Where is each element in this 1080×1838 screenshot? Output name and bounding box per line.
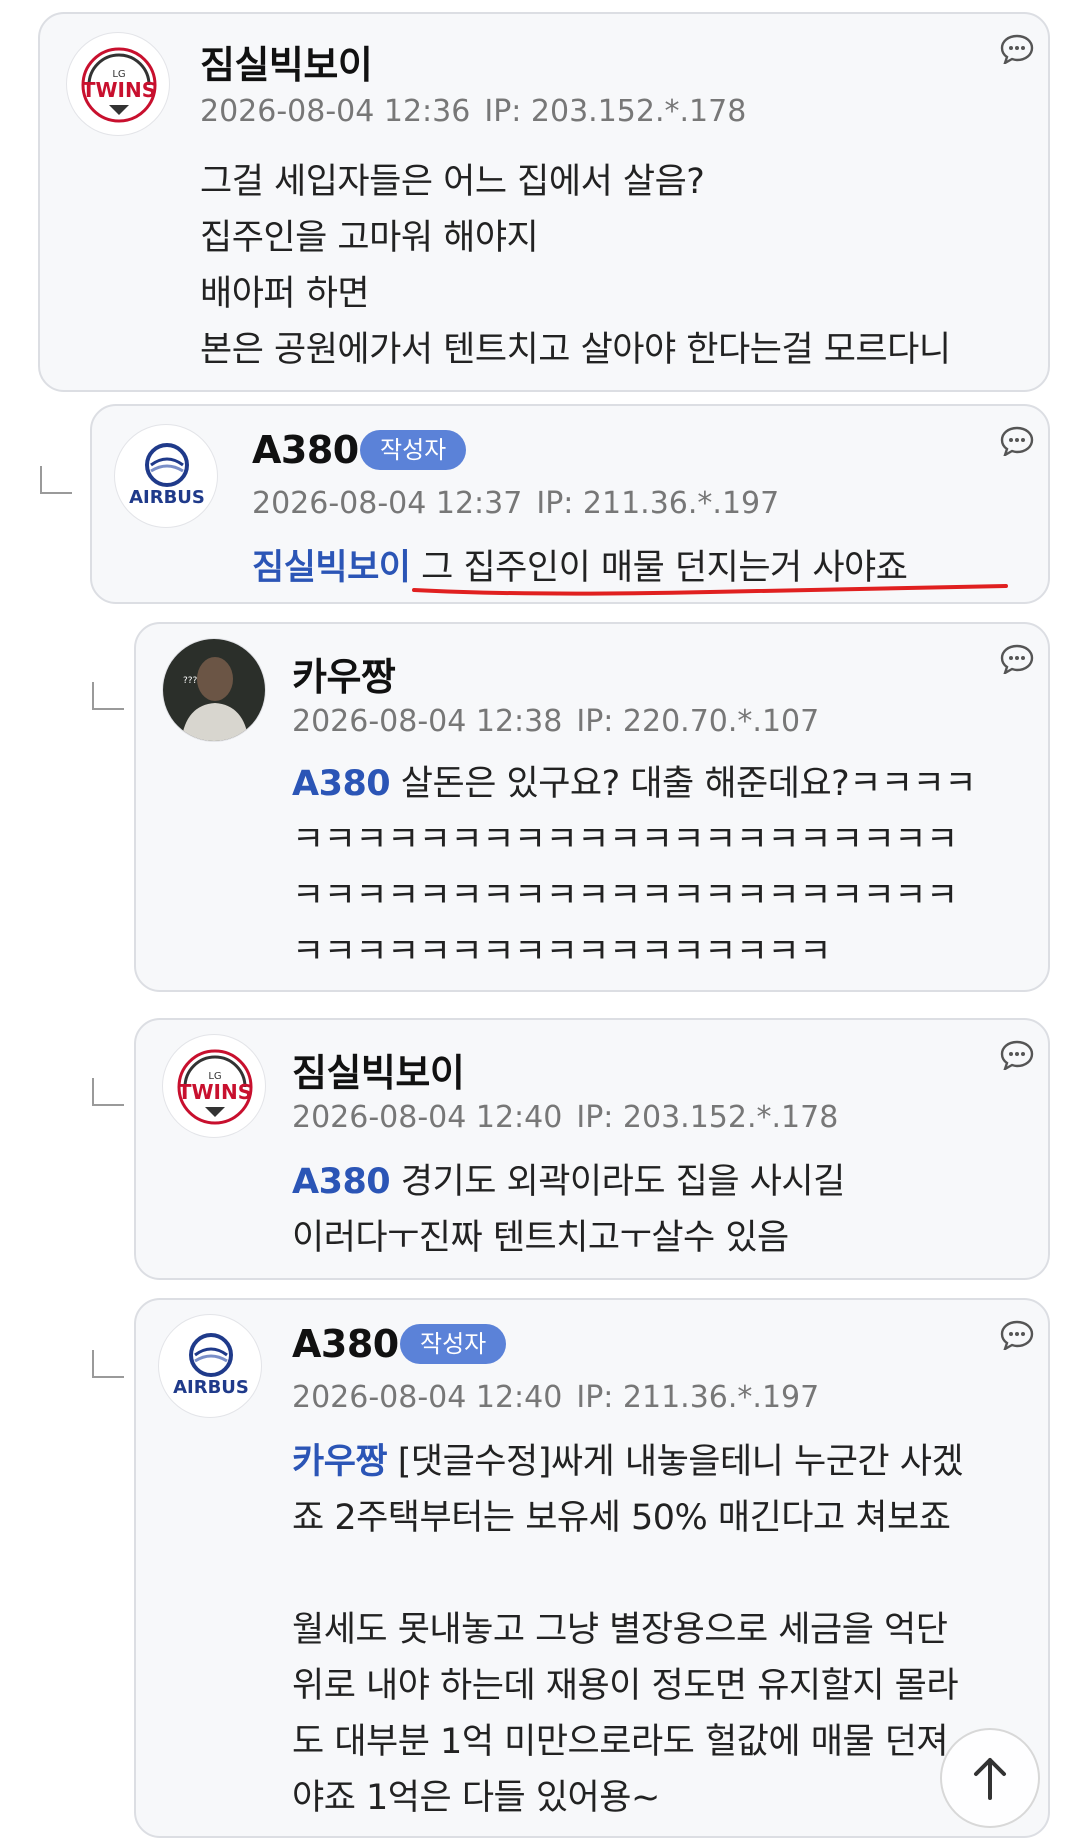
comment-nickname[interactable]: 카우짱 xyxy=(292,646,396,701)
reply-branch-icon xyxy=(92,682,124,710)
comment-meta: 2026-08-04 12:37 IP: 211.36.*.197 xyxy=(252,486,779,521)
red-underline-annotation xyxy=(412,584,1008,596)
comment-line: 경기도 외곽이라도 집을 사시길 xyxy=(400,1162,845,1202)
comment-bubble-icon[interactable] xyxy=(1000,426,1034,456)
comment-meta: 2026-08-04 12:40 IP: 203.152.*.178 xyxy=(292,1100,838,1135)
comment-nickname[interactable]: A380 xyxy=(252,428,359,472)
comment-ip: IP: 211.36.*.197 xyxy=(576,1380,820,1415)
mention-link[interactable]: A380 xyxy=(292,764,391,804)
comment-line xyxy=(292,1546,963,1602)
comment-date: 2026-08-04 12:38 xyxy=(292,704,563,739)
comment-line: 위로 내야 하는데 재용이 정도면 유지할지 몰라 xyxy=(292,1666,959,1706)
person-photo: ??? xyxy=(163,639,265,741)
comment-ip: IP: 211.36.*.197 xyxy=(536,486,780,521)
mention-link[interactable]: A380 xyxy=(292,1162,391,1202)
comment-line: ㅋㅋㅋㅋㅋㅋㅋㅋㅋㅋㅋㅋㅋㅋㅋㅋㅋㅋㅋㅋㅋ xyxy=(292,820,958,860)
comment-bubble-icon[interactable] xyxy=(1000,644,1034,674)
comment-nickname[interactable]: A380 xyxy=(292,1322,399,1366)
comment-line: 월세도 못내놓고 그냥 별장용으로 세금을 억단 xyxy=(292,1610,948,1650)
comment-meta: 2026-08-04 12:36 IP: 203.152.*.178 xyxy=(200,94,746,129)
avatar[interactable]: LG TWINS xyxy=(66,32,170,136)
comment-body: A380 경기도 외곽이라도 집을 사시길 이러다ㅜ진짜 텐트치고ㅜ살수 있음 xyxy=(292,1154,845,1266)
comment-card: AIRBUS A380 작성자 2026-08-04 12:40 IP: 211.… xyxy=(134,1298,1050,1838)
question-marks: ??? xyxy=(183,676,198,686)
lg-twins-logo: LG TWINS xyxy=(81,47,157,123)
comment-line: 집주인을 고마워 해야지 xyxy=(200,218,539,258)
airbus-logo: AIRBUS xyxy=(173,1333,249,1398)
scroll-top-button[interactable] xyxy=(940,1728,1040,1828)
comment-line: ㅋㅋㅋㅋㅋㅋㅋㅋㅋㅋㅋㅋㅋㅋㅋㅋㅋ xyxy=(292,932,831,972)
arrow-up-icon xyxy=(974,1758,1006,1800)
comment-date: 2026-08-04 12:40 xyxy=(292,1100,563,1135)
mention-link[interactable]: 짐실빅보이 xyxy=(252,548,411,588)
logo-main-text: AIRBUS xyxy=(129,487,205,508)
comment-card: LG TWINS 짐실빅보이 2026-08-04 12:40 IP: 203.1… xyxy=(134,1018,1050,1280)
comment-line: 그걸 세입자들은 어느 집에서 살음? xyxy=(200,162,705,202)
comment-meta: 2026-08-04 12:40 IP: 211.36.*.197 xyxy=(292,1380,819,1415)
logo-main-text: TWINS xyxy=(178,1080,252,1104)
comment-line: 살돈은 있구요? 대출 해준데요?ㅋㅋㅋㅋ xyxy=(400,764,977,804)
comment-line: 이러다ㅜ진짜 텐트치고ㅜ살수 있음 xyxy=(292,1218,789,1258)
author-badge: 작성자 xyxy=(360,430,467,470)
comment-nickname[interactable]: 짐실빅보이 xyxy=(292,1042,465,1097)
comment-line: 도 대부분 1억 미만으로라도 헐값에 매물 던져 xyxy=(292,1722,949,1762)
comment-ip: IP: 220.70.*.107 xyxy=(576,704,820,739)
comment-ip: IP: 203.152.*.178 xyxy=(576,1100,839,1135)
comment-date: 2026-08-04 12:36 xyxy=(200,94,471,129)
comment-ip: IP: 203.152.*.178 xyxy=(484,94,747,129)
comment-line: 본은 공원에가서 텐트치고 살아야 한다는걸 모르다니 xyxy=(200,330,951,370)
mention-link[interactable]: 카우짱 xyxy=(292,1442,388,1482)
reply-branch-icon xyxy=(40,466,72,494)
comment-line: [댓글수정]싸게 내놓을테니 누군간 사겠 xyxy=(397,1442,964,1482)
comment-date: 2026-08-04 12:40 xyxy=(292,1380,563,1415)
comment-meta: 2026-08-04 12:38 IP: 220.70.*.107 xyxy=(292,704,819,739)
comment-card: ??? 카우짱 2026-08-04 12:38 IP: 220.70.*.107… xyxy=(134,622,1050,992)
lg-twins-logo: LG TWINS xyxy=(177,1049,253,1125)
comment-card: LG TWINS 짐실빅보이 2026-08-04 12:36 IP: 203.1… xyxy=(38,12,1050,392)
avatar[interactable]: AIRBUS xyxy=(114,424,218,528)
comment-line: 야죠 1억은 다들 있어용~ xyxy=(292,1778,660,1818)
logo-main-text: AIRBUS xyxy=(173,1377,249,1398)
logo-main-text: TWINS xyxy=(82,78,156,102)
comment-bubble-icon[interactable] xyxy=(1000,1320,1034,1350)
avatar[interactable]: LG TWINS xyxy=(162,1034,266,1138)
comment-body: 그걸 세입자들은 어느 집에서 살음? 집주인을 고마워 해야지 배아퍼 하면 … xyxy=(200,154,951,378)
reply-branch-icon xyxy=(92,1350,124,1378)
comment-body: A380 살돈은 있구요? 대출 해준데요?ㅋㅋㅋㅋ ㅋㅋㅋㅋㅋㅋㅋㅋㅋㅋㅋㅋㅋ… xyxy=(292,756,977,980)
reply-branch-icon xyxy=(92,1078,124,1106)
avatar[interactable]: AIRBUS xyxy=(158,1314,262,1418)
comment-line: 죠 2주택부터는 보유세 50% 매긴다고 쳐보죠 xyxy=(292,1498,951,1538)
comment-bubble-icon[interactable] xyxy=(1000,1040,1034,1070)
comment-bubble-icon[interactable] xyxy=(1000,34,1034,64)
author-badge: 작성자 xyxy=(400,1324,507,1364)
comment-line: 배아퍼 하면 xyxy=(200,274,370,314)
comment-nickname[interactable]: 짐실빅보이 xyxy=(200,34,373,89)
comment-date: 2026-08-04 12:37 xyxy=(252,486,523,521)
comment-line: ㅋㅋㅋㅋㅋㅋㅋㅋㅋㅋㅋㅋㅋㅋㅋㅋㅋㅋㅋㅋㅋ xyxy=(292,876,958,916)
airbus-logo: AIRBUS xyxy=(129,443,205,508)
avatar[interactable]: ??? xyxy=(162,638,266,742)
comment-body: 카우짱 [댓글수정]싸게 내놓을테니 누군간 사겠 죠 2주택부터는 보유세 5… xyxy=(292,1434,964,1826)
